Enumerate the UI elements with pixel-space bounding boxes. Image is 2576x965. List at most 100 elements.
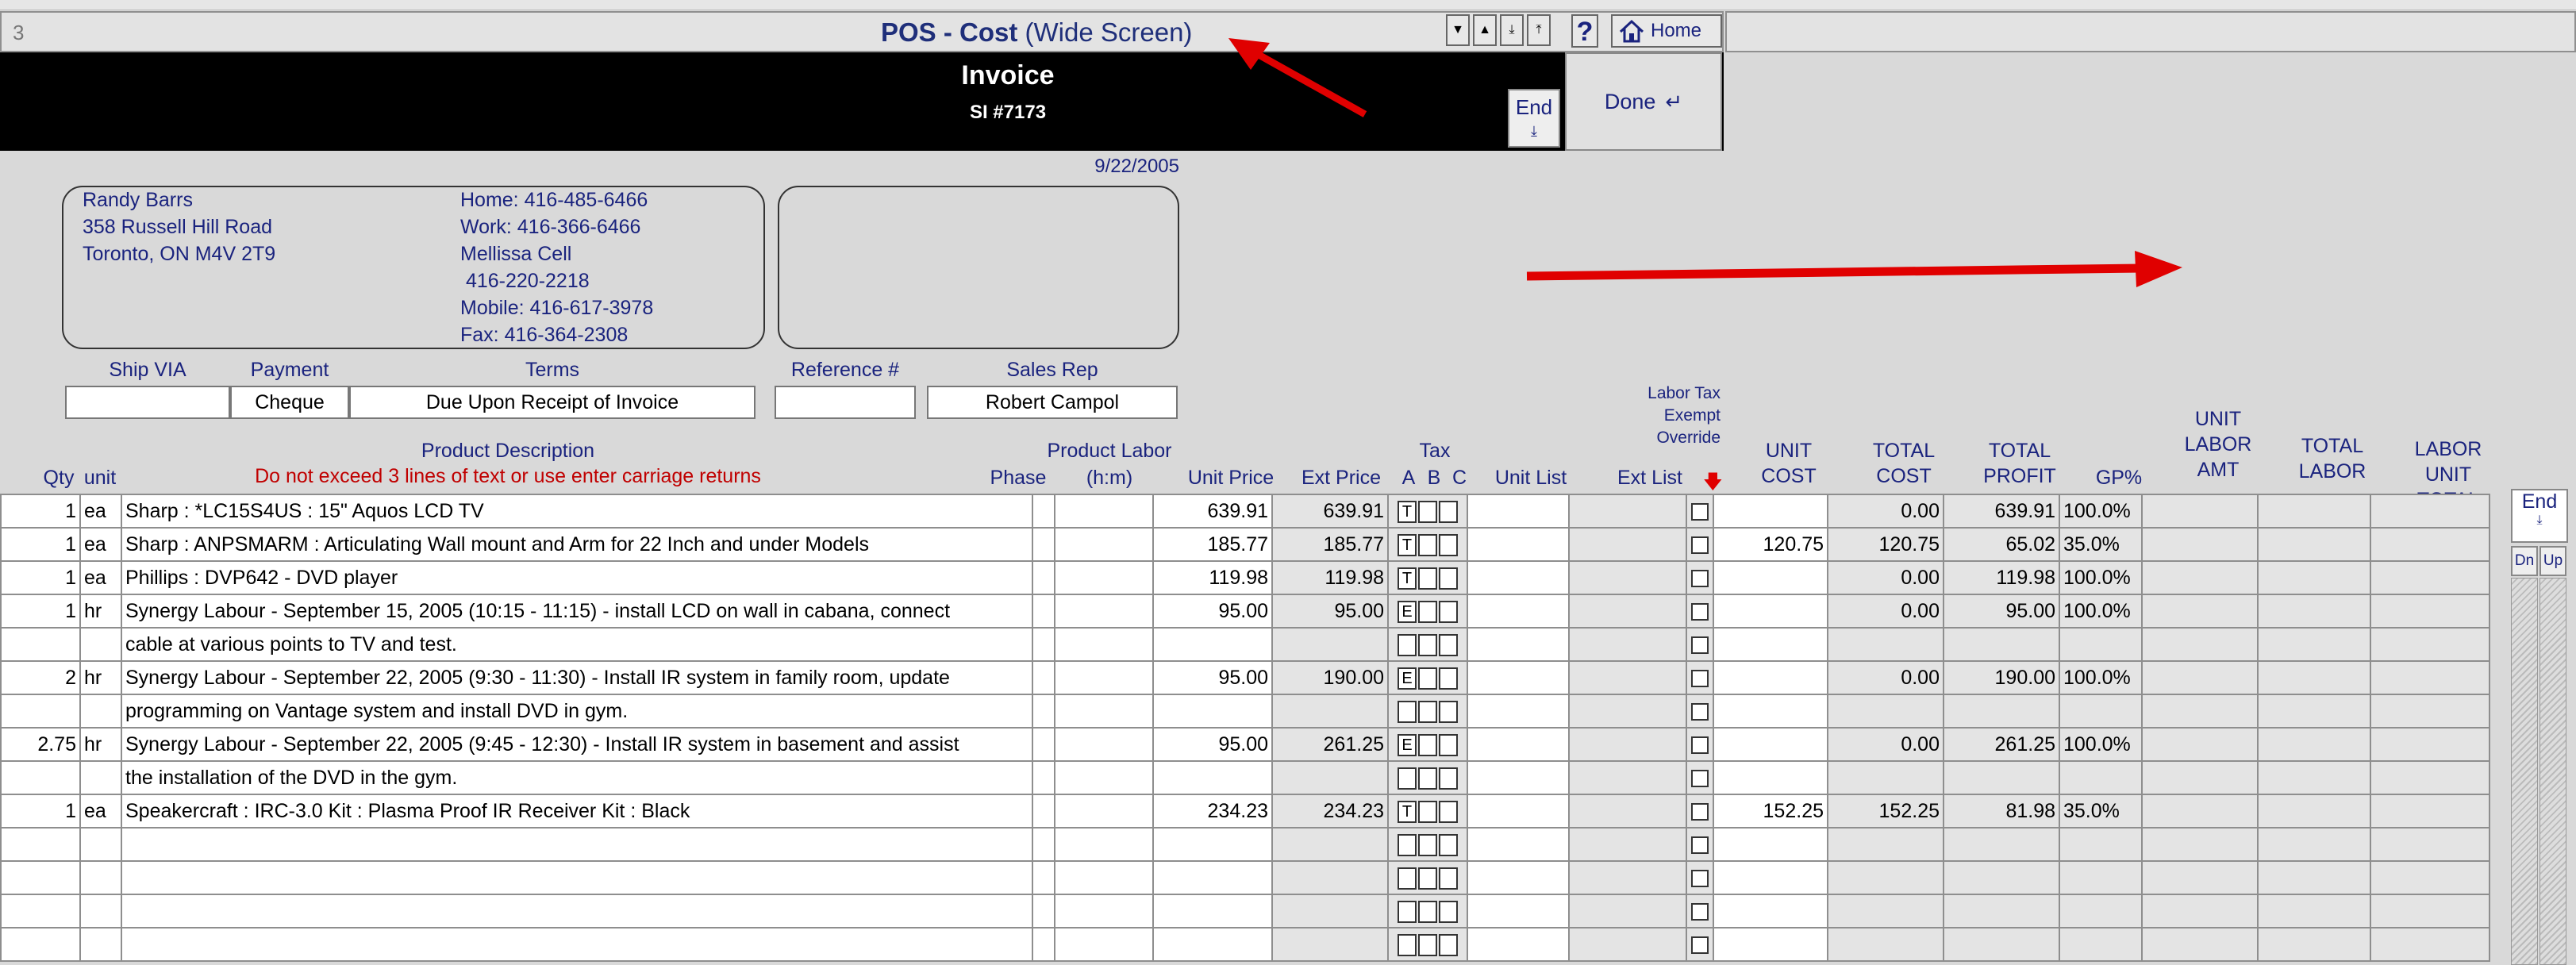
ext-list-cell[interactable]: [1568, 560, 1687, 595]
unit-list-cell[interactable]: [1467, 860, 1570, 895]
unit-cell[interactable]: [79, 860, 122, 895]
qty-cell[interactable]: 1: [0, 494, 81, 529]
unit-cell[interactable]: [79, 827, 122, 862]
qty-cell[interactable]: [0, 627, 81, 662]
tax-b-box[interactable]: [1418, 900, 1437, 923]
tax-cell[interactable]: E: [1387, 727, 1468, 762]
tax-c-box[interactable]: [1439, 867, 1458, 890]
labor-unit-total-cell[interactable]: [2370, 794, 2490, 829]
unit-labor-amt-cell[interactable]: [2141, 927, 2259, 962]
total-labor-cell[interactable]: [2257, 827, 2371, 862]
unit-price-cell[interactable]: [1152, 894, 1273, 928]
unit-price-cell[interactable]: 95.00: [1152, 727, 1273, 762]
tax-cell[interactable]: [1387, 760, 1468, 795]
nav-up-icon[interactable]: ▲: [1473, 14, 1497, 46]
unit-price-cell[interactable]: [1152, 627, 1273, 662]
unit-list-cell[interactable]: [1467, 927, 1570, 962]
unit-list-cell[interactable]: [1467, 527, 1570, 562]
phase-cell[interactable]: [1032, 527, 1055, 562]
tax-a-box[interactable]: [1398, 633, 1417, 656]
qty-cell[interactable]: [0, 827, 81, 862]
total-profit-cell[interactable]: [1943, 627, 2060, 662]
labor-unit-total-cell[interactable]: [2370, 694, 2490, 729]
unit-cost-cell[interactable]: [1713, 560, 1828, 595]
total-cost-cell[interactable]: [1827, 760, 1944, 795]
labor-tax-override-cell[interactable]: [1686, 760, 1714, 795]
labor-hm-cell[interactable]: [1054, 860, 1154, 895]
total-cost-cell[interactable]: 0.00: [1827, 560, 1944, 595]
tax-b-box[interactable]: [1418, 833, 1437, 856]
nav-last-icon[interactable]: ⤓: [1500, 14, 1524, 46]
gp-cell[interactable]: 100.0%: [2059, 560, 2143, 595]
tax-a-box[interactable]: T: [1398, 500, 1417, 523]
unit-price-cell[interactable]: [1152, 694, 1273, 729]
gp-cell[interactable]: [2059, 894, 2143, 928]
labor-hm-cell[interactable]: [1054, 760, 1154, 795]
description-cell[interactable]: the installation of the DVD in the gym.: [121, 760, 1033, 795]
total-labor-cell[interactable]: [2257, 860, 2371, 895]
ship-via-field[interactable]: [65, 386, 230, 419]
gp-cell[interactable]: [2059, 760, 2143, 795]
table-row[interactable]: 1 hr Synergy Labour - September 15, 2005 (…: [0, 594, 2490, 629]
unit-labor-amt-cell[interactable]: [2141, 660, 2259, 695]
ext-price-cell[interactable]: 261.25: [1271, 727, 1389, 762]
unit-cost-cell[interactable]: 120.75: [1713, 527, 1828, 562]
ext-price-cell[interactable]: 234.23: [1271, 794, 1389, 829]
unit-price-cell[interactable]: 95.00: [1152, 660, 1273, 695]
ext-list-cell[interactable]: [1568, 694, 1687, 729]
unit-price-cell[interactable]: 234.23: [1152, 794, 1273, 829]
tax-cell[interactable]: [1387, 694, 1468, 729]
scroll-track-left[interactable]: [2511, 578, 2538, 965]
description-cell[interactable]: Sharp : *LC15S4US : 15" Aquos LCD TV: [121, 494, 1033, 529]
description-cell[interactable]: Synergy Labour - September 22, 2005 (9:3…: [121, 660, 1033, 695]
table-row[interactable]: 2 hr Synergy Labour - September 22, 2005 (…: [0, 660, 2490, 695]
unit-cost-cell[interactable]: [1713, 760, 1828, 795]
ext-price-cell[interactable]: 185.77: [1271, 527, 1389, 562]
tax-b-box[interactable]: [1418, 867, 1437, 890]
unit-cell[interactable]: [79, 927, 122, 962]
labor-hm-cell[interactable]: [1054, 594, 1154, 629]
unit-cost-cell[interactable]: [1713, 494, 1828, 529]
qty-cell[interactable]: 1: [0, 560, 81, 595]
unit-cell[interactable]: [79, 894, 122, 928]
total-labor-cell[interactable]: [2257, 760, 2371, 795]
total-cost-cell[interactable]: [1827, 860, 1944, 895]
unit-list-cell[interactable]: [1467, 660, 1570, 695]
tax-c-box[interactable]: [1439, 667, 1458, 690]
total-profit-cell[interactable]: [1943, 760, 2060, 795]
labor-tax-override-cell[interactable]: [1686, 694, 1714, 729]
total-cost-cell[interactable]: 0.00: [1827, 727, 1944, 762]
scroll-track-right[interactable]: [2539, 578, 2566, 965]
ext-price-cell[interactable]: [1271, 760, 1389, 795]
ext-list-cell[interactable]: [1568, 727, 1687, 762]
table-row[interactable]: programming on Vantage system and instal…: [0, 694, 2490, 729]
tax-c-box[interactable]: [1439, 567, 1458, 590]
unit-labor-amt-cell[interactable]: [2141, 694, 2259, 729]
table-row[interactable]: [0, 894, 2490, 928]
labor-hm-cell[interactable]: [1054, 660, 1154, 695]
labor-unit-total-cell[interactable]: [2370, 660, 2490, 695]
labor-tax-override-checkbox[interactable]: [1691, 769, 1709, 787]
payment-field[interactable]: Cheque: [230, 386, 349, 419]
unit-cell[interactable]: ea: [79, 494, 122, 529]
table-row[interactable]: cable at various points to TV and test.: [0, 627, 2490, 662]
phase-cell[interactable]: [1032, 660, 1055, 695]
tax-a-box[interactable]: E: [1398, 600, 1417, 623]
labor-tax-override-cell[interactable]: [1686, 794, 1714, 829]
labor-hm-cell[interactable]: [1054, 827, 1154, 862]
labor-unit-total-cell[interactable]: [2370, 594, 2490, 629]
unit-cost-cell[interactable]: [1713, 594, 1828, 629]
ext-list-cell[interactable]: [1568, 794, 1687, 829]
labor-tax-override-cell[interactable]: [1686, 527, 1714, 562]
total-profit-cell[interactable]: 95.00: [1943, 594, 2060, 629]
labor-tax-override-cell[interactable]: [1686, 494, 1714, 529]
labor-tax-override-checkbox[interactable]: [1691, 636, 1709, 654]
unit-cell[interactable]: ea: [79, 527, 122, 562]
labor-tax-override-checkbox[interactable]: [1691, 569, 1709, 587]
tax-a-box[interactable]: [1398, 833, 1417, 856]
unit-cost-cell[interactable]: 152.25: [1713, 794, 1828, 829]
total-profit-cell[interactable]: 81.98: [1943, 794, 2060, 829]
ext-list-cell[interactable]: [1568, 627, 1687, 662]
labor-hm-cell[interactable]: [1054, 694, 1154, 729]
total-cost-cell[interactable]: 152.25: [1827, 794, 1944, 829]
